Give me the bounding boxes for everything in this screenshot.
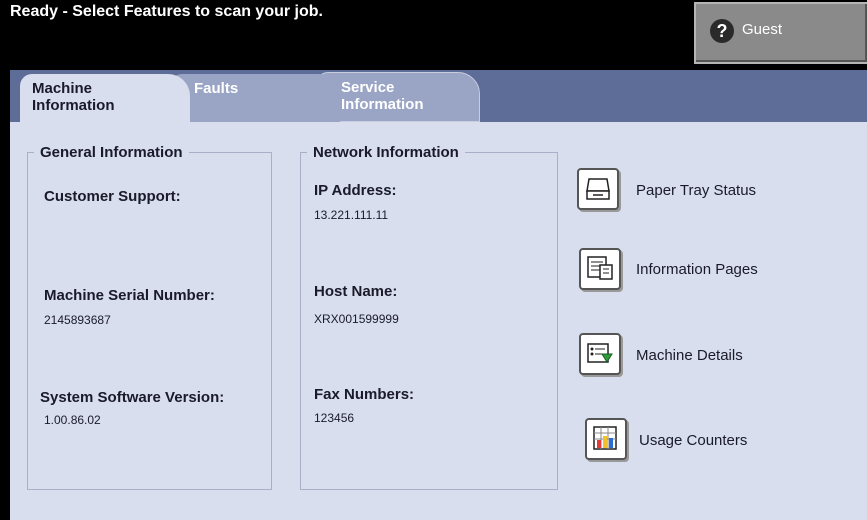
customer-support-label: Customer Support: <box>44 188 181 205</box>
help-icon: ? <box>710 19 734 43</box>
tab-label-line1: Machine <box>32 80 93 97</box>
information-pages-button[interactable] <box>579 248 621 290</box>
machine-details-button[interactable] <box>579 333 621 375</box>
paper-tray-status-button[interactable] <box>577 168 619 210</box>
tab-bar: Machine Information Faults Service Infor… <box>10 70 867 124</box>
usage-counters-label: Usage Counters <box>639 432 748 449</box>
software-version-label: System Software Version: <box>40 389 225 406</box>
ip-address-label: IP Address: <box>314 182 397 199</box>
status-message: Ready - Select Features to scan your job… <box>10 3 323 20</box>
tab-service-information[interactable]: Service Information <box>316 72 480 122</box>
tab-label-line1: Faults <box>194 80 239 97</box>
tab-faults[interactable]: Faults <box>170 74 340 122</box>
host-name-label: Host Name: <box>314 283 398 300</box>
ip-address-value: 13.221.111.11 <box>314 208 389 222</box>
machine-details-icon <box>587 343 613 363</box>
general-information-title: General Information <box>40 144 183 161</box>
machine-information-panel: General Information Customer Support: Ma… <box>10 122 867 520</box>
guest-label: Guest <box>742 21 783 38</box>
paper-tray-status-label: Paper Tray Status <box>636 182 757 199</box>
tab-label-line2: Information <box>341 96 424 113</box>
software-version-value: 1.00.86.02 <box>44 413 101 427</box>
usage-counters-button[interactable] <box>585 418 627 460</box>
tab-machine-information[interactable]: Machine Information <box>20 74 190 124</box>
serial-number-value: 2145893687 <box>44 313 111 327</box>
network-information-title: Network Information <box>313 144 459 161</box>
machine-details-label: Machine Details <box>636 347 743 364</box>
tab-label-line1: Service <box>341 79 395 96</box>
fax-numbers-value: 123456 <box>314 411 355 425</box>
host-name-value: XRX001599999 <box>314 312 399 326</box>
fax-numbers-label: Fax Numbers: <box>314 386 415 403</box>
information-pages-label: Information Pages <box>636 261 758 278</box>
usage-counters-icon <box>593 426 617 450</box>
status-bar: Ready - Select Features to scan your job… <box>0 0 867 70</box>
tab-label-line2: Information <box>32 97 115 114</box>
guest-login-button[interactable]: ? Guest <box>694 2 867 64</box>
serial-number-label: Machine Serial Number: <box>44 287 215 304</box>
information-pages-icon <box>587 256 613 280</box>
paper-tray-icon <box>586 178 610 200</box>
